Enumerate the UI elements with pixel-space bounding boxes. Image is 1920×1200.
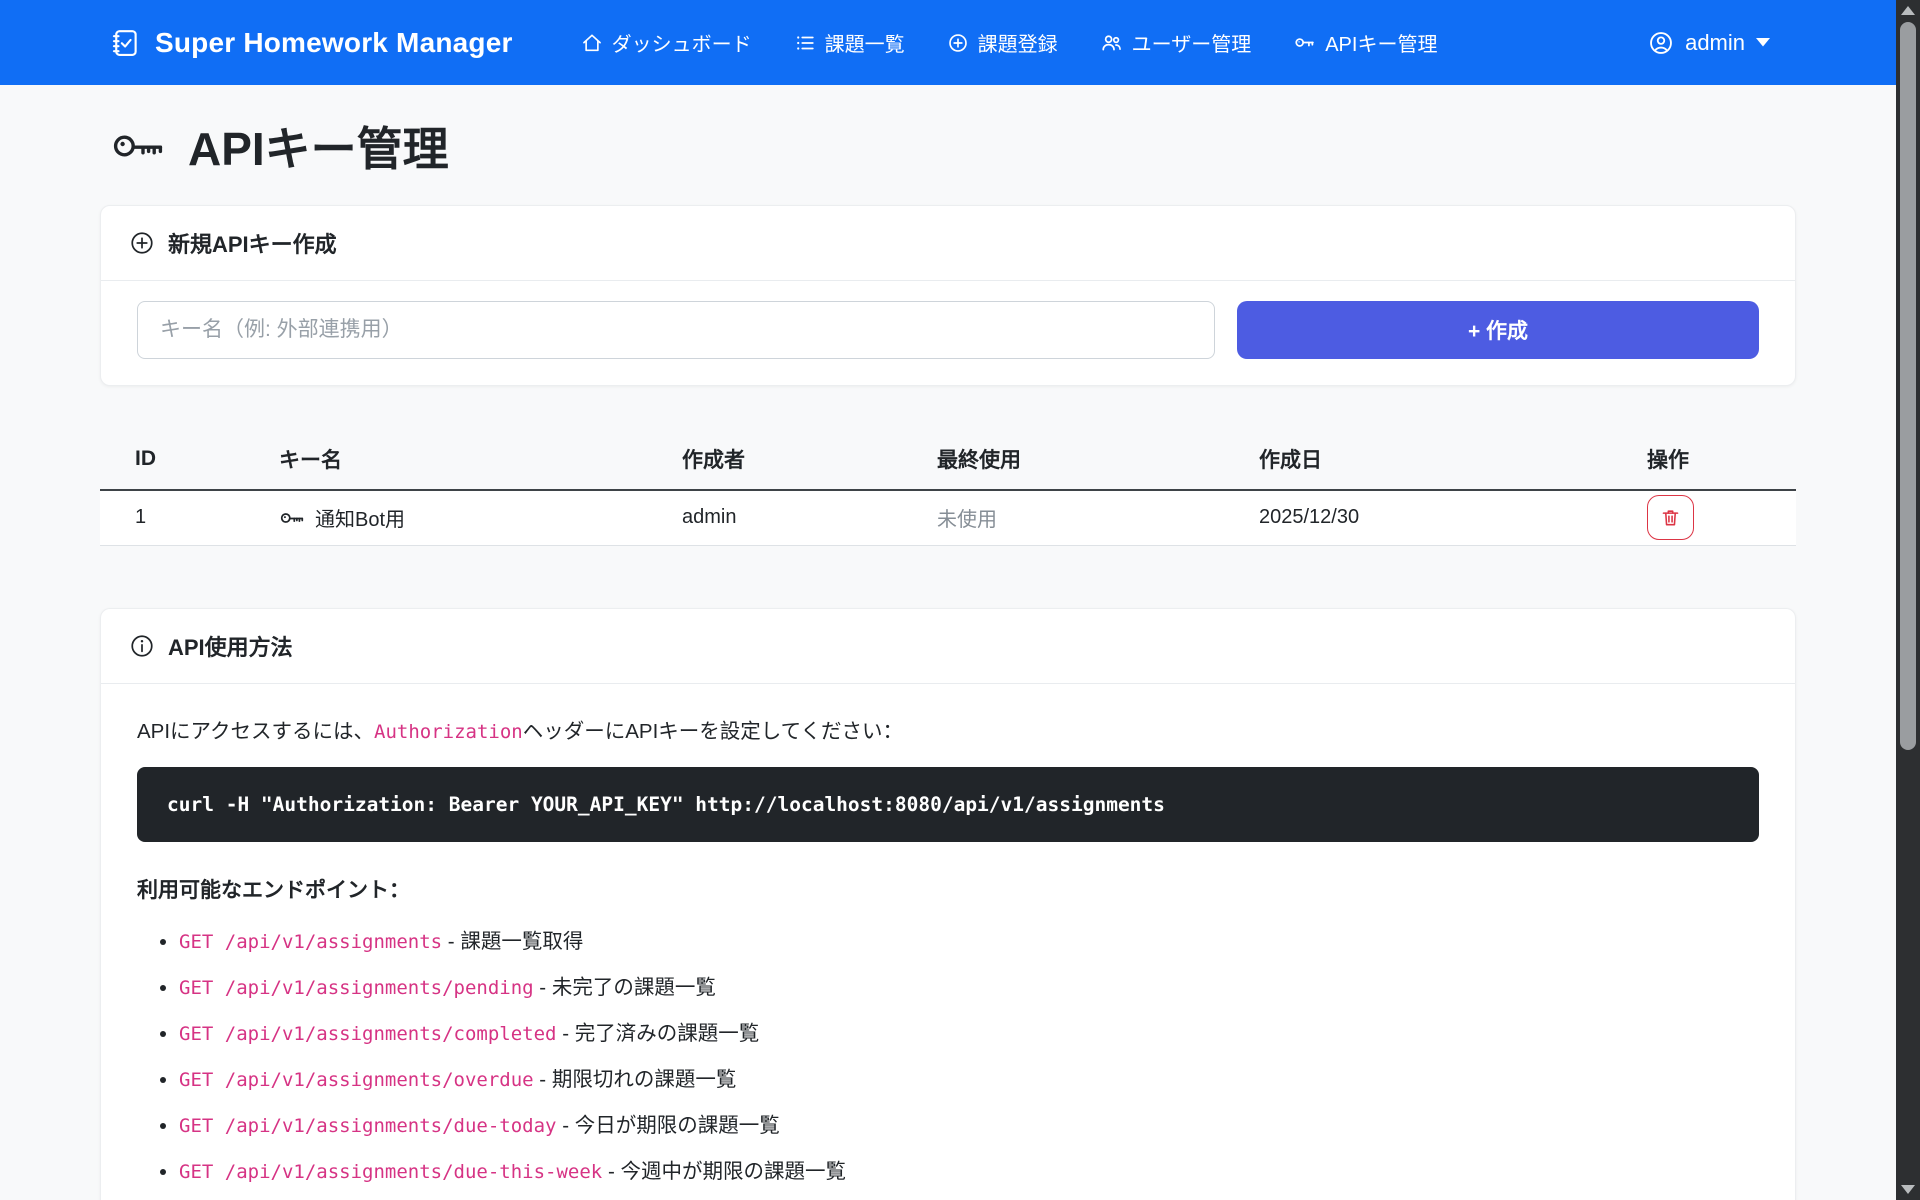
endpoints-list: GET /api/v1/assignments - 課題一覧取得 GET /ap…: [179, 924, 1759, 1200]
endpoint-description: 今週中が期限の課題一覧: [620, 1160, 846, 1183]
scrollbar-up-arrow[interactable]: [1901, 6, 1915, 15]
nav-item-assignment-list[interactable]: 課題一覧: [794, 28, 905, 57]
endpoint-path: GET /api/v1/assignments/pending: [179, 977, 534, 999]
caret-down-icon: [1756, 38, 1770, 47]
home-icon: [581, 32, 603, 54]
app-brand[interactable]: Super Homework Manager: [110, 27, 513, 59]
page-title-text: APIキー管理: [188, 113, 449, 179]
app-title: Super Homework Manager: [155, 27, 513, 59]
endpoint-separator: -: [557, 1022, 575, 1045]
info-circle-icon: [129, 633, 155, 659]
create-key-card-header: 新規APIキー作成: [101, 206, 1795, 281]
delete-key-button[interactable]: [1647, 495, 1694, 540]
endpoint-separator: -: [534, 976, 552, 999]
api-keys-table: ID キー名 作成者 最終使用 作成日 操作 1: [100, 432, 1796, 546]
plus-circle-icon: [129, 230, 155, 256]
scrollbar-down-arrow[interactable]: [1901, 1185, 1915, 1194]
nav-label: APIキー管理: [1325, 28, 1437, 57]
nav-item-api-keys[interactable]: APIキー管理: [1293, 28, 1437, 57]
main-content: APIキー管理 新規APIキー作成 + 作成 ID キー名 作成者: [100, 85, 1796, 1200]
table-row: 1 通知Bot用 admin: [100, 490, 1796, 545]
col-header-key-name: キー名: [244, 432, 647, 490]
endpoint-description: 完了済みの課題一覧: [575, 1022, 760, 1045]
endpoint-path: GET /api/v1/assignments/due-today: [179, 1115, 557, 1137]
endpoint-description: 未完了の課題一覧: [552, 976, 716, 999]
api-usage-card-title: API使用方法: [168, 630, 293, 662]
endpoint-separator: -: [602, 1160, 620, 1183]
endpoint-item: GET /api/v1/assignments/completed - 完了済み…: [179, 1016, 1759, 1046]
nav-label: 課題一覧: [825, 28, 905, 57]
plus-circle-icon: [947, 32, 969, 54]
curl-example-code-block: curl -H "Authorization: Bearer YOUR_API_…: [137, 767, 1759, 842]
page-title: APIキー管理: [100, 85, 1796, 205]
scrollbar-thumb[interactable]: [1900, 22, 1916, 750]
nav-item-dashboard[interactable]: ダッシュボード: [581, 28, 752, 57]
endpoint-path: GET /api/v1/assignments: [179, 931, 442, 953]
endpoint-item: GET /api/v1/assignments/pending - 未完了の課題…: [179, 970, 1759, 1000]
create-key-card-title: 新規APIキー作成: [168, 227, 337, 259]
endpoint-item: GET /api/v1/assignments/due-this-week - …: [179, 1154, 1759, 1184]
person-circle-icon: [1648, 30, 1674, 56]
cell-actions: [1612, 490, 1796, 545]
trash-icon: [1660, 507, 1681, 528]
create-key-card: 新規APIキー作成 + 作成: [100, 205, 1796, 386]
cell-key-name: 通知Bot用: [244, 490, 647, 545]
nav-item-user-management[interactable]: ユーザー管理: [1100, 28, 1252, 57]
users-icon: [1100, 31, 1123, 54]
create-key-form: + 作成: [101, 281, 1795, 385]
create-key-button[interactable]: + 作成: [1237, 301, 1759, 359]
cell-creator: admin: [647, 490, 902, 545]
top-navbar: Super Homework Manager ダッシュボード 課題一覧: [0, 0, 1920, 85]
col-header-creator: 作成者: [647, 432, 902, 490]
col-header-created: 作成日: [1224, 432, 1612, 490]
col-header-actions: 操作: [1612, 432, 1796, 490]
endpoint-separator: -: [557, 1114, 575, 1137]
vertical-scrollbar[interactable]: [1896, 0, 1920, 1200]
endpoint-description: 今日が期限の課題一覧: [575, 1114, 780, 1137]
col-header-last-used: 最終使用: [902, 432, 1224, 490]
key-icon: [110, 122, 166, 170]
list-icon: [794, 32, 816, 54]
nav-item-assignment-create[interactable]: 課題登録: [947, 28, 1058, 57]
nav-label: ユーザー管理: [1132, 28, 1252, 57]
cell-id: 1: [100, 490, 244, 545]
usage-intro: APIにアクセスするには、AuthorizationヘッダーにAPIキーを設定し…: [137, 714, 1759, 744]
endpoint-description: 期限切れの課題一覧: [552, 1068, 737, 1091]
cell-created: 2025/12/30: [1224, 490, 1612, 545]
endpoint-separator: -: [442, 930, 460, 953]
col-header-id: ID: [100, 432, 244, 490]
endpoint-description: 課題一覧取得: [460, 930, 583, 953]
endpoint-separator: -: [534, 1068, 552, 1091]
user-name: admin: [1685, 30, 1745, 56]
endpoint-item: GET /api/v1/assignments/overdue - 期限切れの課…: [179, 1062, 1759, 1092]
nav-label: ダッシュボード: [612, 28, 752, 57]
endpoint-path: GET /api/v1/assignments/due-this-week: [179, 1161, 602, 1183]
journal-check-icon: [110, 28, 140, 58]
endpoint-item: GET /api/v1/assignments/due-today - 今日が期…: [179, 1108, 1759, 1138]
api-usage-card-header: API使用方法: [101, 609, 1795, 684]
api-usage-body: APIにアクセスするには、AuthorizationヘッダーにAPIキーを設定し…: [101, 684, 1795, 1200]
key-icon: [279, 507, 305, 529]
cell-last-used: 未使用: [902, 490, 1224, 545]
user-menu[interactable]: admin: [1648, 30, 1770, 56]
key-name-input[interactable]: [137, 301, 1215, 359]
api-usage-card: API使用方法 APIにアクセスするには、AuthorizationヘッダーにA…: [100, 608, 1796, 1200]
key-icon: [1293, 31, 1316, 54]
endpoints-heading: 利用可能なエンドポイント：: [137, 874, 1759, 904]
nav-links: ダッシュボード 課題一覧 課題登録: [581, 28, 1438, 57]
key-name-text: 通知Bot用: [315, 503, 405, 532]
nav-label: 課題登録: [978, 28, 1058, 57]
endpoint-path: GET /api/v1/assignments/completed: [179, 1023, 557, 1045]
endpoint-item: GET /api/v1/assignments - 課題一覧取得: [179, 924, 1759, 954]
table-header-row: ID キー名 作成者 最終使用 作成日 操作: [100, 432, 1796, 490]
endpoint-path: GET /api/v1/assignments/overdue: [179, 1069, 534, 1091]
authorization-code-text: Authorization: [374, 721, 523, 743]
